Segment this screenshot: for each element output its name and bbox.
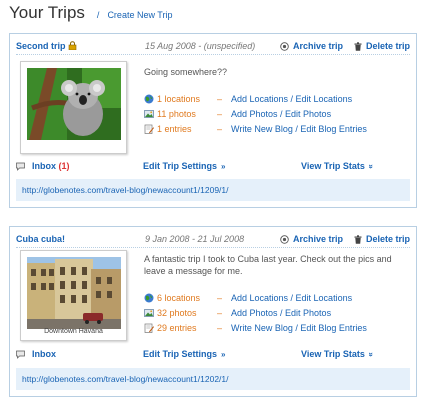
stat-dash: – (217, 293, 223, 303)
lock-icon (68, 41, 77, 50)
edit-photos-link[interactable]: Add Photos / Edit Photos (231, 109, 331, 119)
entries-row: 1 entries – Write New Blog / Edit Blog E… (144, 123, 367, 135)
trip-url-link[interactable]: http://globenotes.com/travel-blog/newacc… (22, 185, 229, 195)
delete-trip-label: Delete trip (366, 41, 411, 51)
archive-trip-button[interactable]: Archive trip (280, 234, 343, 244)
archive-trip-button[interactable]: Archive trip (280, 41, 343, 51)
locations-row: 1 locations – Add Locations / Edit Locat… (144, 93, 352, 105)
archive-icon (280, 41, 289, 51)
edit-blog-entries-link[interactable]: Write New Blog / Edit Blog Entries (231, 323, 367, 333)
inbox-label: Inbox (32, 349, 56, 359)
archive-trip-label: Archive trip (293, 234, 344, 244)
globe-icon (144, 293, 154, 303)
archive-icon (280, 234, 289, 244)
photos-row: 32 photos – Add Photos / Edit Photos (144, 307, 331, 319)
blog-icon (144, 323, 154, 333)
inbox-unread-count: (1) (58, 161, 70, 171)
trip-dates: 9 Jan 2008 - 21 Jul 2008 (145, 234, 245, 244)
trash-icon (354, 41, 362, 51)
locations-count: 6 locations (157, 293, 201, 303)
page-title: Your Trips (9, 3, 85, 22)
view-trip-stats-link[interactable]: View Trip Stats» (301, 349, 376, 359)
locations-count: 1 locations (157, 94, 201, 104)
stat-dash: – (217, 323, 223, 333)
entries-count: 29 entries (157, 323, 197, 333)
view-trip-stats-label: View Trip Stats (301, 161, 365, 171)
page-header: Your Trips / Create New Trip (9, 3, 172, 27)
header-separator: / (96, 10, 100, 20)
trip-card-footer: Inbox (1) Edit Trip Settings» View Trip … (16, 161, 410, 173)
delete-trip-button[interactable]: Delete trip (354, 234, 410, 244)
trip-url-bar: http://globenotes.com/travel-blog/newacc… (16, 179, 410, 201)
trip-card-header: Second trip 15 Aug 2008 - (unspecified) … (16, 41, 410, 53)
edit-blog-entries-link[interactable]: Write New Blog / Edit Blog Entries (231, 124, 367, 134)
trip-url-link[interactable]: http://globenotes.com/travel-blog/newacc… (22, 374, 229, 384)
inbox-link[interactable]: Inbox (1) (32, 161, 70, 171)
edit-locations-link[interactable]: Add Locations / Edit Locations (231, 293, 352, 303)
trip-url-bar: http://globenotes.com/travel-blog/newacc… (16, 368, 410, 390)
header-divider (16, 54, 410, 55)
header-divider (16, 247, 410, 248)
double-chevron-down-icon: » (366, 352, 376, 357)
photos-row: 11 photos – Add Photos / Edit Photos (144, 108, 331, 120)
trip-card-footer: Inbox Edit Trip Settings» View Trip Stat… (16, 349, 410, 361)
trip-photo[interactable] (20, 61, 127, 154)
stat-dash: – (217, 94, 223, 104)
inbox-link[interactable]: Inbox (32, 349, 56, 359)
inbox-label: Inbox (32, 161, 56, 171)
edit-trip-settings-label: Edit Trip Settings (143, 161, 218, 171)
stat-dash: – (217, 308, 223, 318)
entries-count: 1 entries (157, 124, 192, 134)
trip-card: Second trip 15 Aug 2008 - (unspecified) … (9, 33, 417, 208)
delete-trip-label: Delete trip (366, 234, 411, 244)
trip-card: Cuba cuba! 9 Jan 2008 - 21 Jul 2008 Arch… (9, 226, 417, 397)
speech-bubble-icon (16, 350, 25, 359)
havana-street-photo (27, 257, 121, 329)
trip-card-header: Cuba cuba! 9 Jan 2008 - 21 Jul 2008 Arch… (16, 234, 410, 246)
trip-description: A fantastic trip I took to Cuba last yea… (144, 254, 392, 276)
delete-trip-button[interactable]: Delete trip (354, 41, 410, 51)
double-chevron-down-icon: » (366, 164, 376, 169)
create-new-trip-link[interactable]: Create New Trip (107, 10, 172, 20)
trip-name-link[interactable]: Cuba cuba! (16, 234, 65, 244)
photos-count: 11 photos (157, 109, 196, 119)
locations-row: 6 locations – Add Locations / Edit Locat… (144, 292, 352, 304)
edit-photos-link[interactable]: Add Photos / Edit Photos (231, 308, 331, 318)
edit-locations-link[interactable]: Add Locations / Edit Locations (231, 94, 352, 104)
koala-photo (27, 68, 121, 140)
trip-name-link[interactable]: Second trip (16, 41, 66, 51)
edit-trip-settings-link[interactable]: Edit Trip Settings» (143, 349, 225, 359)
entries-row: 29 entries – Write New Blog / Edit Blog … (144, 322, 367, 334)
trip-description: Going somewhere?? (144, 67, 228, 77)
trash-icon (354, 234, 362, 244)
trip-dates: 15 Aug 2008 - (unspecified) (145, 41, 256, 51)
view-trip-stats-link[interactable]: View Trip Stats» (301, 161, 376, 171)
stat-dash: – (217, 109, 223, 119)
double-chevron-right-icon: » (221, 350, 226, 359)
view-trip-stats-label: View Trip Stats (301, 349, 365, 359)
photo-caption: Downtown Havana (44, 328, 103, 335)
edit-trip-settings-label: Edit Trip Settings (143, 349, 218, 359)
photos-count: 32 photos (157, 308, 197, 318)
photo-icon (144, 309, 154, 317)
speech-bubble-icon (16, 162, 25, 171)
trip-photo[interactable]: Downtown Havana (20, 250, 127, 341)
double-chevron-right-icon: » (221, 162, 226, 171)
archive-trip-label: Archive trip (293, 41, 344, 51)
edit-trip-settings-link[interactable]: Edit Trip Settings» (143, 161, 225, 171)
globe-icon (144, 94, 154, 104)
blog-icon (144, 124, 154, 134)
stat-dash: – (217, 124, 223, 134)
photo-icon (144, 110, 154, 118)
